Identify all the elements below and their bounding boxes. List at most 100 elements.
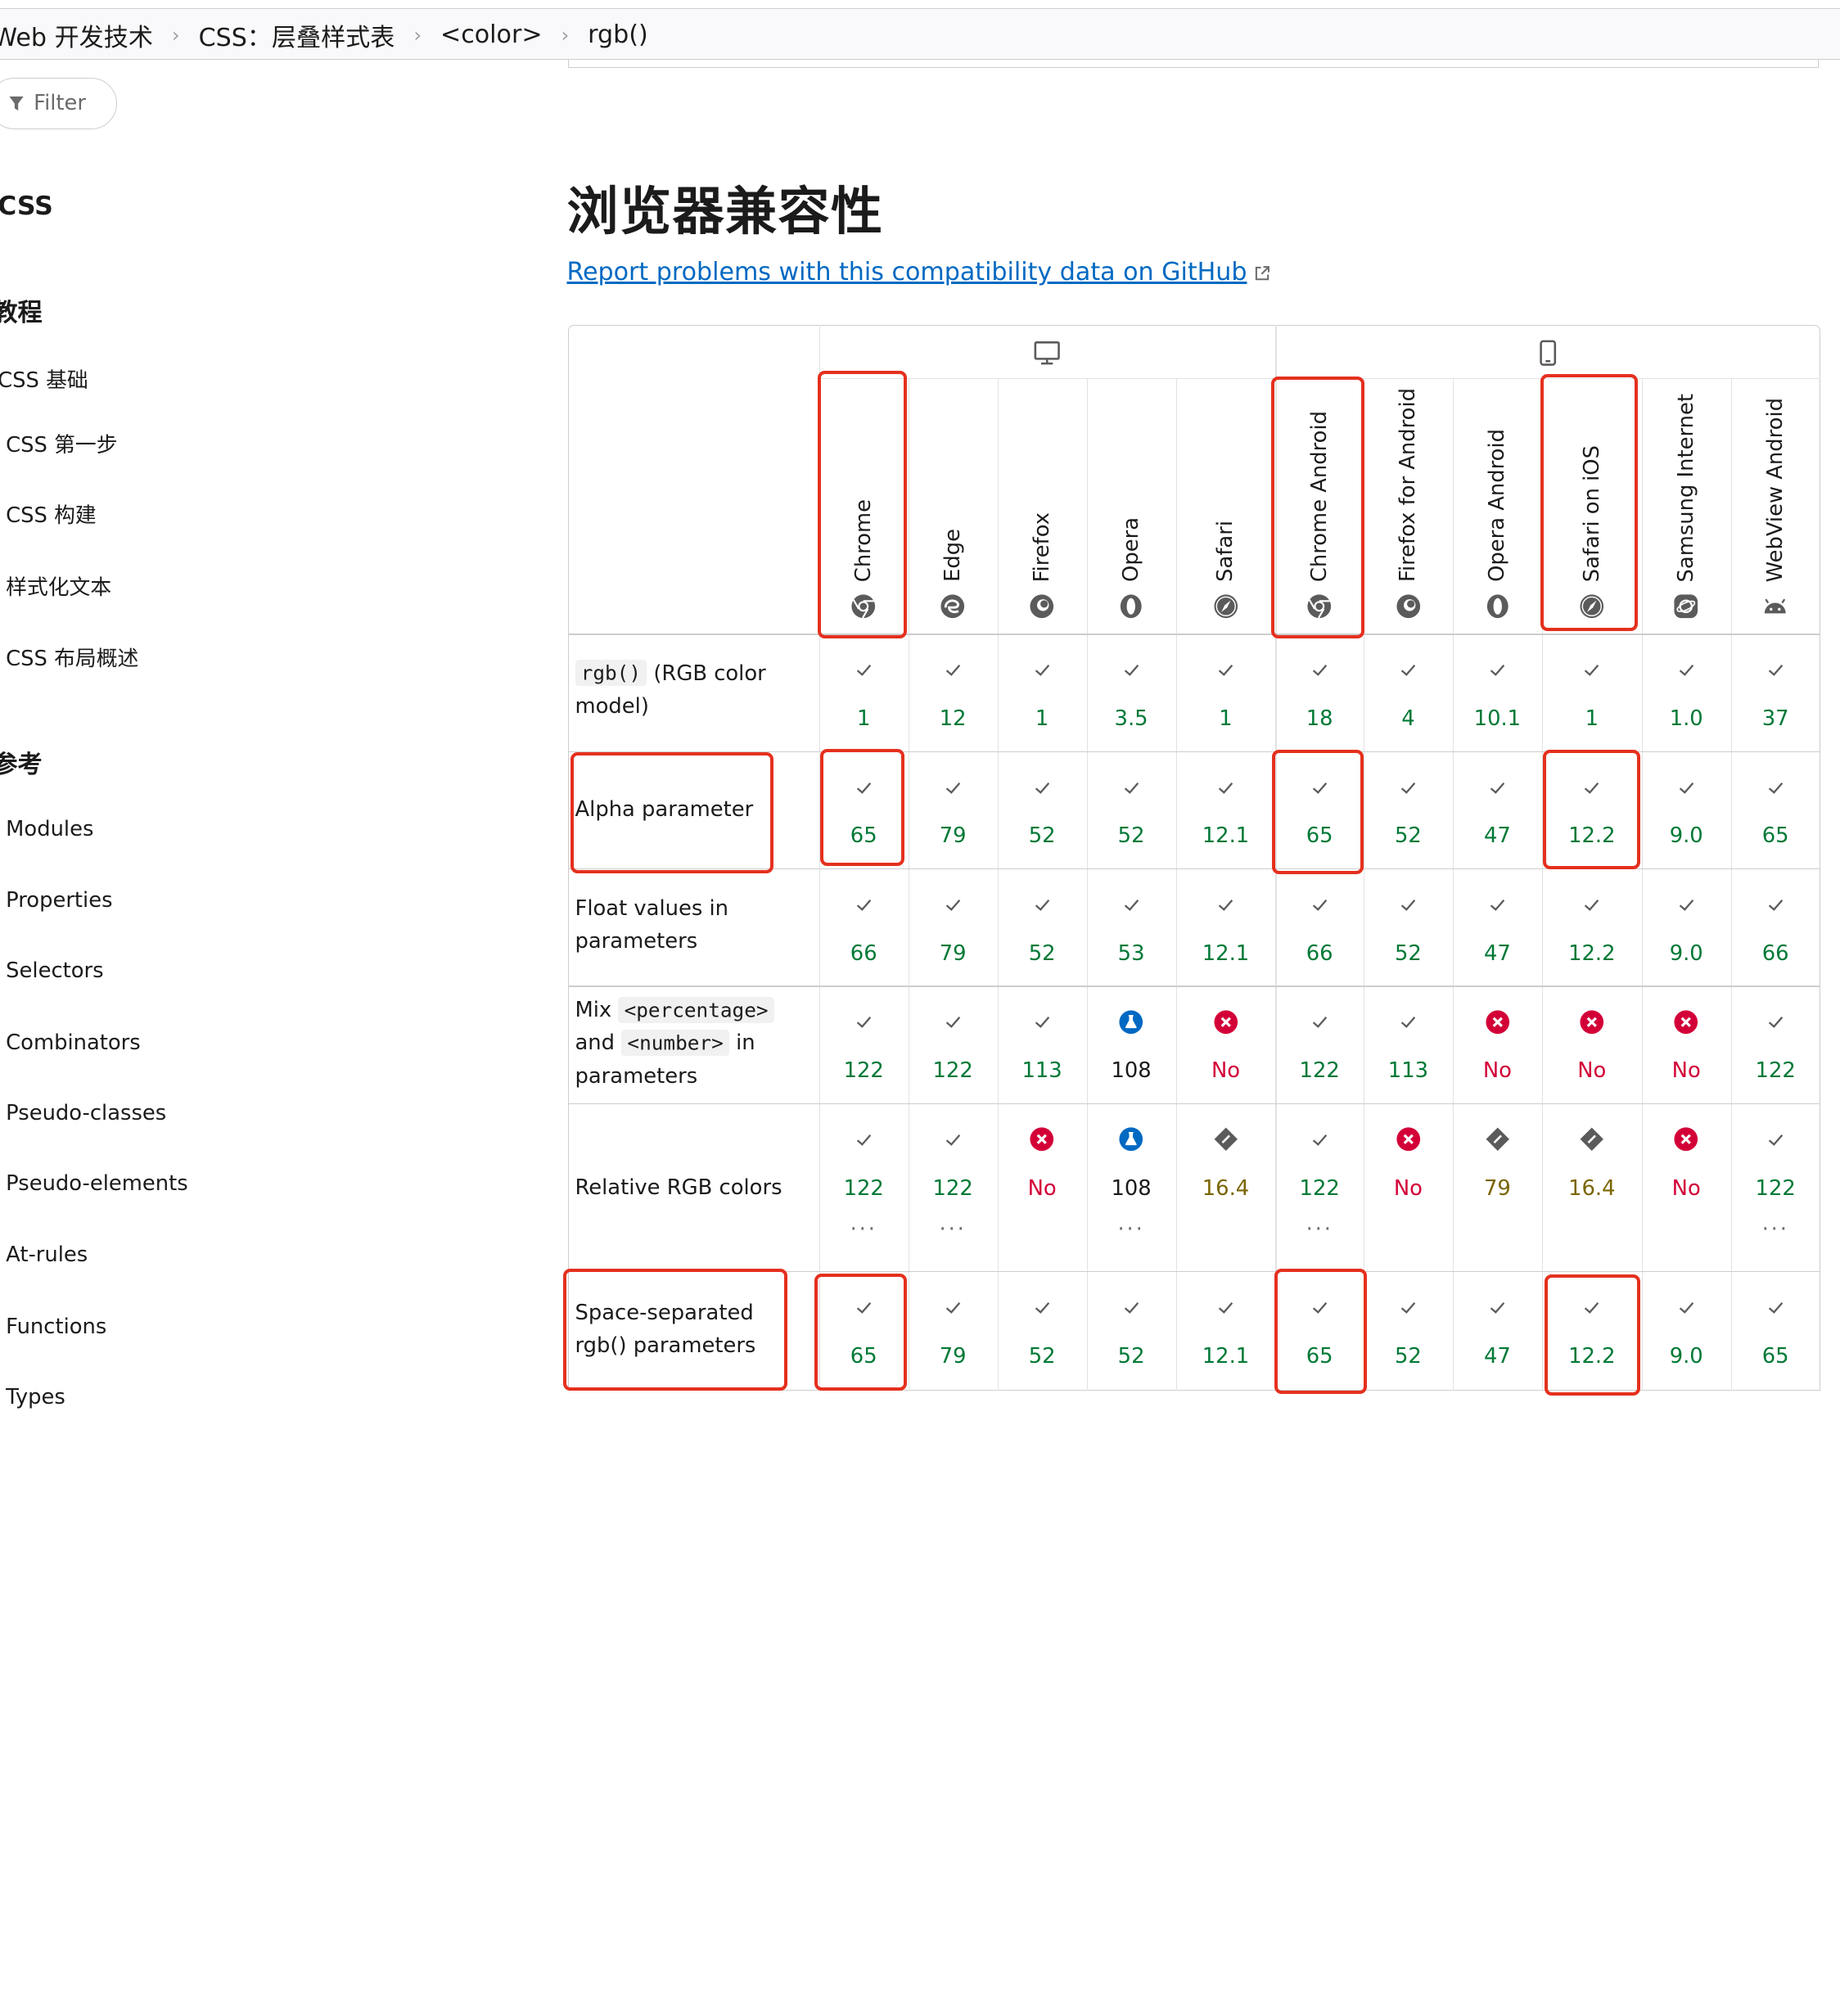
sidebar-title[interactable]: CSS [0, 192, 53, 221]
sidebar-item-css-first-steps[interactable]: CSS 第一步 [6, 428, 117, 458]
support-cell-safari-on-ios[interactable]: No [1542, 1009, 1642, 1083]
support-cell-samsung-internet[interactable]: No [1642, 1126, 1731, 1201]
support-cell-safari[interactable]: 12.1 [1176, 1294, 1276, 1369]
sidebar-item-at-rules[interactable]: At-rules [6, 1243, 88, 1267]
support-cell-samsung-internet[interactable]: 9.0 [1642, 1294, 1731, 1369]
sidebar-item-css-basics[interactable]: CSS 基础 [0, 363, 88, 394]
version-text: 122 [843, 1058, 884, 1084]
support-cell-chrome[interactable]: 66 [819, 892, 909, 966]
support-cell-webview-android[interactable]: 122 [1731, 1009, 1820, 1083]
support-cell-webview-android[interactable]: 65 [1731, 1294, 1820, 1369]
support-cell-webview-android[interactable]: 65 [1731, 774, 1820, 848]
support-cell-firefox-for-android[interactable]: 113 [1364, 1009, 1453, 1083]
sidebar-item-css-layout[interactable]: CSS 布局概述 [6, 642, 138, 672]
support-cell-samsung-internet[interactable]: 9.0 [1642, 774, 1731, 848]
support-cell-firefox[interactable]: No [998, 1126, 1087, 1201]
support-cell-opera[interactable]: 52 [1087, 1294, 1176, 1369]
more-info-toggle[interactable]: ··· [1762, 1217, 1789, 1242]
support-cell-edge[interactable]: 122 [909, 1009, 998, 1083]
support-cell-chrome[interactable]: 122 ··· [819, 1126, 909, 1242]
support-cell-firefox-for-android[interactable]: No [1364, 1126, 1453, 1201]
support-cell-opera-android[interactable]: No [1453, 1009, 1542, 1083]
breadcrumb-item-css[interactable]: CSS：层叠样式表 [199, 17, 395, 53]
support-cell-webview-android[interactable]: 37 [1731, 657, 1820, 731]
support-cell-chrome-android[interactable]: 122 ··· [1275, 1126, 1364, 1242]
sidebar-item-properties[interactable]: Properties [6, 888, 112, 913]
support-cell-safari-on-ios[interactable]: 12.2 [1542, 892, 1642, 966]
support-cell-chrome-android[interactable]: 18 [1275, 657, 1364, 731]
support-cell-firefox[interactable]: 52 [998, 892, 1087, 966]
support-cell-webview-android[interactable]: 66 [1731, 892, 1820, 966]
support-cell-safari-on-ios[interactable]: 16.4 [1542, 1126, 1642, 1201]
support-cell-chrome[interactable]: 65 [819, 774, 909, 848]
support-cell-safari[interactable]: No [1176, 1009, 1276, 1083]
sidebar-item-modules[interactable]: Modules [6, 817, 93, 841]
support-cell-edge[interactable]: 79 [909, 774, 998, 848]
support-cell-edge[interactable]: 79 [909, 892, 998, 966]
support-cell-chrome-android[interactable]: 65 [1275, 1294, 1364, 1369]
support-cell-opera[interactable]: 108 [1087, 1009, 1176, 1083]
support-cell-chrome-android[interactable]: 122 [1275, 1009, 1364, 1083]
support-cell-safari-on-ios[interactable]: 1 [1542, 657, 1642, 731]
sidebar-item-css-building-blocks[interactable]: CSS 构建 [6, 498, 97, 529]
cross-icon [1396, 1126, 1422, 1152]
feature-text: and [575, 1031, 616, 1056]
support-cell-chrome[interactable]: 122 [819, 1009, 909, 1083]
sidebar-item-pseudo-classes[interactable]: Pseudo-classes [6, 1101, 166, 1125]
sidebar-item-pseudo-elements[interactable]: Pseudo-elements [6, 1171, 188, 1196]
check-icon [1766, 1126, 1785, 1152]
version-text: 52 [1395, 1343, 1422, 1369]
support-cell-safari[interactable]: 16.4 [1176, 1126, 1276, 1201]
support-cell-samsung-internet[interactable]: No [1642, 1009, 1731, 1083]
support-cell-firefox[interactable]: 1 [998, 657, 1087, 731]
support-cell-safari[interactable]: 1 [1176, 657, 1276, 731]
sidebar-item-types[interactable]: Types [6, 1385, 65, 1409]
breadcrumb-item-color[interactable]: <color> [440, 20, 543, 49]
more-info-toggle[interactable]: ··· [940, 1217, 967, 1242]
support-cell-edge[interactable]: 79 [909, 1294, 998, 1369]
support-cell-chrome-android[interactable]: 66 [1275, 892, 1364, 966]
support-cell-safari[interactable]: 12.1 [1176, 774, 1276, 848]
support-cell-opera[interactable]: 52 [1087, 774, 1176, 848]
support-cell-firefox[interactable]: 113 [998, 1009, 1087, 1083]
support-cell-firefox-for-android[interactable]: 52 [1364, 892, 1453, 966]
support-cell-opera-android[interactable]: 10.1 [1453, 657, 1542, 731]
support-cell-chrome-android[interactable]: 65 [1275, 774, 1364, 848]
support-cell-firefox[interactable]: 52 [998, 1294, 1087, 1369]
check-icon [1677, 1294, 1696, 1320]
support-cell-opera-android[interactable]: 47 [1453, 892, 1542, 966]
support-cell-opera[interactable]: 53 [1087, 892, 1176, 966]
sidebar-item-functions[interactable]: Functions [6, 1315, 106, 1339]
support-cell-opera[interactable]: 3.5 [1087, 657, 1176, 731]
support-cell-webview-android[interactable]: 122 ··· [1731, 1126, 1820, 1242]
support-cell-chrome[interactable]: 65 [819, 1294, 909, 1369]
sidebar-item-styling-text[interactable]: 样式化文本 [6, 571, 111, 601]
support-cell-opera-android[interactable]: 79 [1453, 1126, 1542, 1201]
support-cell-samsung-internet[interactable]: 9.0 [1642, 892, 1731, 966]
more-info-toggle[interactable]: ··· [1117, 1217, 1144, 1242]
support-cell-firefox-for-android[interactable]: 52 [1364, 774, 1453, 848]
support-cell-safari-on-ios[interactable]: 12.2 [1542, 774, 1642, 848]
support-cell-samsung-internet[interactable]: 1.0 [1642, 657, 1731, 731]
version-text: 12 [939, 706, 967, 732]
support-cell-edge[interactable]: 122 ··· [909, 1126, 998, 1242]
support-cell-safari[interactable]: 12.1 [1176, 892, 1276, 966]
support-cell-opera-android[interactable]: 47 [1453, 774, 1542, 848]
sidebar-item-combinators[interactable]: Combinators [6, 1031, 141, 1055]
support-cell-firefox-for-android[interactable]: 52 [1364, 1294, 1453, 1369]
support-cell-firefox[interactable]: 52 [998, 774, 1087, 848]
support-cell-opera-android[interactable]: 47 [1453, 1294, 1542, 1369]
more-info-toggle[interactable]: ··· [850, 1217, 877, 1242]
more-info-toggle[interactable]: ··· [1306, 1217, 1333, 1242]
sidebar-filter-input[interactable]: Filter [0, 77, 118, 129]
breadcrumb-item-web[interactable]: Web 开发技术 [0, 17, 153, 53]
breadcrumb-item-rgb[interactable]: rgb() [588, 20, 648, 49]
support-cell-safari-on-ios[interactable]: 12.2 [1542, 1294, 1642, 1369]
support-cell-edge[interactable]: 12 [909, 657, 998, 731]
opera-icon [1118, 593, 1144, 620]
sidebar-item-selectors[interactable]: Selectors [6, 958, 103, 983]
support-cell-chrome[interactable]: 1 [819, 657, 909, 731]
support-cell-opera[interactable]: 108 ··· [1087, 1126, 1176, 1242]
support-cell-firefox-for-android[interactable]: 4 [1364, 657, 1453, 731]
report-problems-link[interactable]: Report problems with this compatibility … [566, 258, 1270, 286]
